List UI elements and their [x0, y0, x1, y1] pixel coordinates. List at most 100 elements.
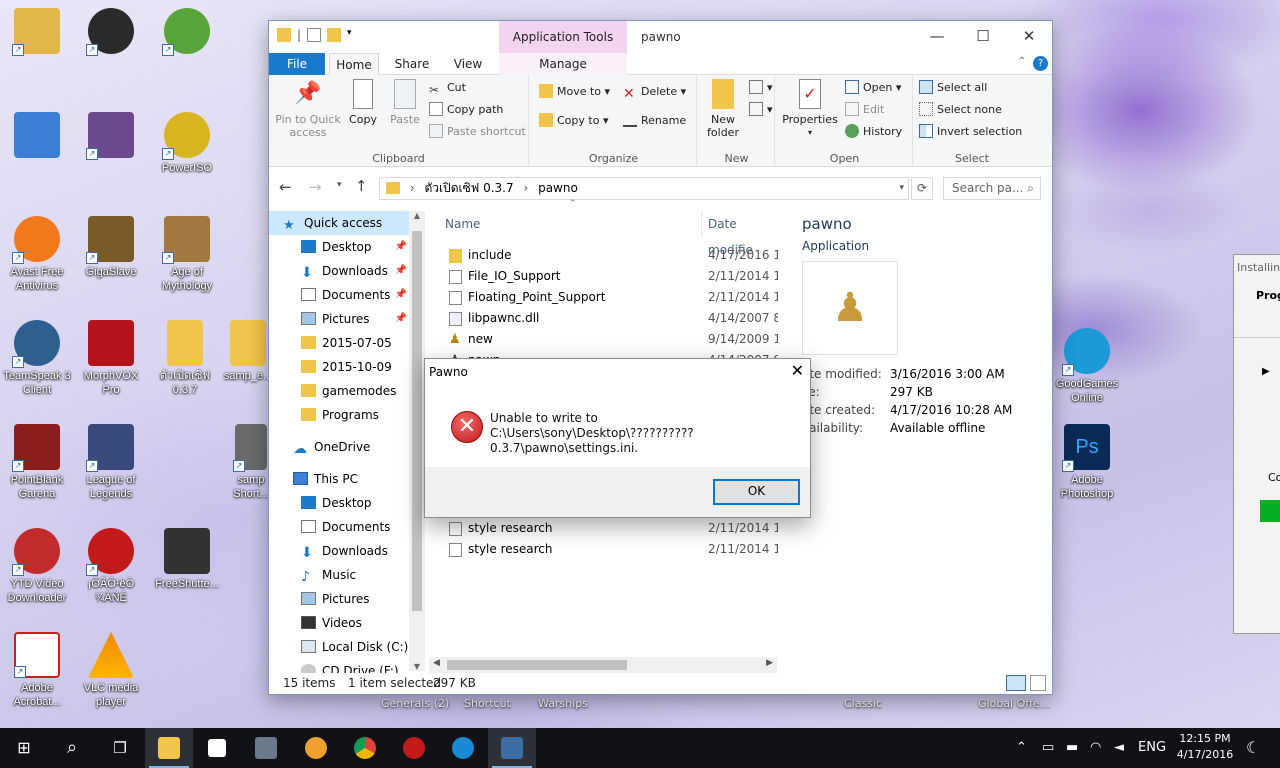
- desktop-icon-aom[interactable]: ↗ Age of Mythology: [150, 216, 224, 293]
- desktop-icon-avast[interactable]: ↗ Avast Free Antivirus: [0, 216, 74, 293]
- refresh-button[interactable]: ⟳: [911, 177, 933, 200]
- tray-keyboard-icon[interactable]: ▭: [1042, 728, 1054, 768]
- nav-item-local-disk[interactable]: Local Disk (C:): [269, 635, 409, 659]
- desktop-icon-this-pc[interactable]: [0, 112, 74, 161]
- tab-manage[interactable]: Manage: [499, 53, 627, 75]
- history-button[interactable]: History: [845, 123, 902, 141]
- desktop-icon-goodgames[interactable]: ↗ GoodGames Online: [1050, 328, 1124, 405]
- scroll-up-icon[interactable]: ▲: [409, 211, 425, 220]
- desktop-icon-server-folder[interactable]: ตัวเปิดเซิฟ 0.3.7: [148, 320, 222, 397]
- nav-item-documents[interactable]: Documents 📌: [269, 283, 409, 307]
- tab-home[interactable]: Home: [329, 53, 379, 75]
- desktop-icon-utorrent[interactable]: ↗: [150, 8, 224, 57]
- horizontal-scroll-thumb[interactable]: [447, 660, 627, 670]
- desktop-icon-aimp[interactable]: ↗: [74, 8, 148, 57]
- desktop-icon-teamspeak[interactable]: ↗ TeamSpeak 3 Client: [0, 320, 74, 397]
- desktop-icon-lol[interactable]: ↗ League of Legends: [74, 424, 148, 501]
- nav-item-pictures[interactable]: Pictures 📌: [269, 307, 409, 331]
- new-folder-button[interactable]: New folder: [703, 79, 743, 139]
- desktop-icon-ytd[interactable]: ↗ YTD Video Downloader: [0, 528, 74, 605]
- tab-share[interactable]: Share: [389, 53, 435, 75]
- nav-item-music[interactable]: ♪ Music: [269, 563, 409, 587]
- desktop-label-global-offensive[interactable]: Global Offe...: [978, 697, 1050, 710]
- tray-wifi-icon[interactable]: ◠: [1090, 728, 1101, 768]
- nav-item-videos[interactable]: Videos: [269, 611, 409, 635]
- taskbar-file-explorer[interactable]: [145, 728, 193, 768]
- task-view-button[interactable]: ❐: [96, 728, 144, 768]
- easy-access-button[interactable]: ▾: [749, 101, 773, 119]
- paste-shortcut-button[interactable]: Paste shortcut: [429, 123, 526, 141]
- taskbar-app-3[interactable]: [439, 728, 487, 768]
- taskbar-chrome[interactable]: [341, 728, 389, 768]
- help-icon[interactable]: ?: [1033, 56, 1048, 71]
- move-to-button[interactable]: Move to ▾: [539, 83, 610, 101]
- breadcrumb-server[interactable]: ตัวเปิดเซิฟ 0.3.7: [424, 181, 513, 195]
- file-row[interactable]: include4/17/2016 12:: [427, 245, 779, 266]
- action-center-icon[interactable]: ☾: [1246, 728, 1260, 768]
- nav-item-desktop[interactable]: Desktop 📌: [269, 235, 409, 259]
- new-folder-icon[interactable]: [327, 28, 341, 42]
- new-item-button[interactable]: ▾: [749, 79, 773, 97]
- start-button[interactable]: ⊞: [0, 728, 48, 768]
- language-indicator[interactable]: ENG: [1138, 728, 1166, 768]
- up-button[interactable]: ↑: [355, 177, 368, 195]
- desktop-icon-user[interactable]: ↗: [0, 8, 74, 57]
- nav-scrollbar[interactable]: ▲ ▼: [409, 211, 425, 671]
- select-all-button[interactable]: Select all: [919, 79, 987, 97]
- rename-button[interactable]: Rename: [623, 112, 686, 130]
- file-row[interactable]: Floating_Point_Support2/11/2014 10:: [427, 287, 779, 308]
- properties-icon[interactable]: [307, 28, 321, 42]
- scroll-down-icon[interactable]: ▼: [409, 662, 425, 671]
- file-row[interactable]: style research2/11/2014 10:: [427, 539, 779, 560]
- file-row[interactable]: ♟new9/14/2009 10:: [427, 329, 779, 350]
- scroll-left-icon[interactable]: ◀: [433, 658, 440, 668]
- dialog-close-button[interactable]: ✕: [791, 361, 804, 380]
- nav-item-onedrive[interactable]: ☁ OneDrive: [269, 435, 409, 459]
- maximize-button[interactable]: ☐: [960, 21, 1006, 51]
- invert-selection-button[interactable]: Invert selection: [919, 123, 1022, 141]
- nav-item-2015-10-09[interactable]: 2015-10-09: [269, 355, 409, 379]
- chevron-down-icon[interactable]: ▾: [347, 28, 357, 42]
- file-row[interactable]: File_IO_Support2/11/2014 10:: [427, 266, 779, 287]
- nav-item-quick-access[interactable]: ★ Quick access: [269, 211, 409, 235]
- tray-volume-icon[interactable]: ◄: [1114, 728, 1124, 768]
- copy-button[interactable]: Copy: [345, 79, 381, 126]
- tab-view[interactable]: View: [445, 53, 491, 75]
- taskbar-app-1[interactable]: [242, 728, 290, 768]
- taskbar-app-2[interactable]: [292, 728, 340, 768]
- tab-file[interactable]: File: [269, 53, 325, 75]
- delete-button[interactable]: ✕ Delete ▾: [623, 83, 686, 102]
- collapse-ribbon-icon[interactable]: ⌃: [1018, 56, 1026, 67]
- desktop-icon-gigaslave[interactable]: ↗ GigaSlave: [74, 216, 148, 279]
- pin-quick-access-button[interactable]: 📌 Pin to Quick access: [273, 79, 343, 139]
- back-button[interactable]: ←: [279, 178, 292, 196]
- nav-scroll-thumb[interactable]: [412, 231, 422, 611]
- copy-to-button[interactable]: Copy to ▾: [539, 112, 608, 130]
- desktop-icon-pointblank[interactable]: ↗ PointBlank Garena: [0, 424, 74, 501]
- nav-item-downloads[interactable]: ⬇ Downloads 📌: [269, 259, 409, 283]
- breadcrumb-pawno[interactable]: pawno: [538, 181, 578, 195]
- desktop-icon-game[interactable]: ↗: [74, 112, 148, 161]
- column-header-date[interactable]: Date modifie: [708, 211, 779, 257]
- search-button[interactable]: ⌕: [48, 728, 96, 768]
- desktop-icon-vlc[interactable]: VLC media player: [74, 632, 148, 709]
- desktop-label-shortcut[interactable]: Shortcut: [464, 697, 511, 710]
- select-none-button[interactable]: Select none: [919, 101, 1002, 119]
- details-view-icon[interactable]: [1006, 675, 1026, 691]
- close-button[interactable]: ✕: [1006, 21, 1052, 51]
- taskbar-garena[interactable]: [390, 728, 438, 768]
- paste-button[interactable]: Paste: [385, 79, 425, 126]
- nav-item-pc-pictures[interactable]: Pictures: [269, 587, 409, 611]
- clock[interactable]: 12:15 PM 4/17/2016: [1170, 731, 1240, 763]
- show-hidden-icons[interactable]: ⌃: [1016, 728, 1027, 768]
- nav-item-this-pc[interactable]: This PC: [269, 467, 409, 491]
- folder-icon[interactable]: [277, 28, 291, 42]
- chevron-down-icon[interactable]: ▾: [899, 178, 904, 199]
- nav-item-pc-downloads[interactable]: ⬇ Downloads: [269, 539, 409, 563]
- forward-button[interactable]: →: [309, 178, 322, 196]
- properties-button[interactable]: ✓ Properties ▾: [781, 79, 839, 139]
- minimize-button[interactable]: —: [914, 21, 960, 51]
- nav-item-gamemodes[interactable]: gamemodes: [269, 379, 409, 403]
- cut-button[interactable]: ✂ Cut: [429, 79, 466, 97]
- taskbar-store[interactable]: [193, 728, 241, 768]
